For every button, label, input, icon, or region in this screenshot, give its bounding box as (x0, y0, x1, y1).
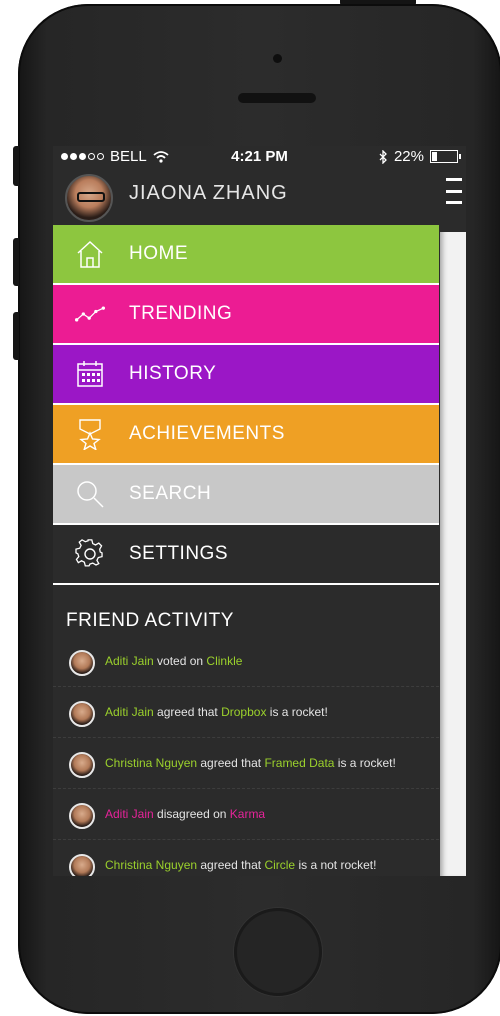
search-icon (75, 479, 105, 509)
menu-item-history[interactable]: HISTORY (53, 345, 439, 405)
menu-item-trending[interactable]: TRENDING (53, 285, 439, 345)
main-content-peek[interactable] (440, 170, 466, 876)
avatar[interactable] (69, 854, 95, 876)
menu-item-label: HISTORY (129, 363, 217, 384)
activity-item[interactable]: Christina Nguyen agreed that Circle is a… (53, 840, 439, 876)
activity-target-link[interactable]: Karma (230, 807, 265, 821)
battery-level-fill (432, 152, 437, 161)
activity-item[interactable]: Aditi Jain disagreed on Karma (53, 789, 439, 840)
menu-item-label: SEARCH (129, 483, 212, 504)
earpiece-speaker (238, 93, 316, 103)
battery-percent: 22% (393, 148, 424, 165)
menu-item-label: HOME (129, 243, 188, 264)
trophy-icon (75, 419, 105, 450)
activity-target-link[interactable]: Circle (264, 858, 295, 872)
avatar[interactable] (65, 174, 113, 222)
screen: BELL 4:21 PM 22% JIAONA ZHANG HOME TREND… (53, 146, 466, 876)
battery-icon (430, 150, 461, 163)
menu-item-label: TRENDING (129, 303, 233, 324)
home-icon (75, 239, 105, 269)
hamburger-menu-icon[interactable] (446, 178, 462, 204)
menu-item-label: SETTINGS (129, 543, 229, 564)
trending-icon (75, 299, 105, 329)
friend-name-link[interactable]: Aditi Jain (105, 705, 154, 719)
friend-activity-title: FRIEND ACTIVITY (66, 610, 234, 631)
gear-icon (75, 539, 105, 569)
friend-name-link[interactable]: Aditi Jain (105, 654, 154, 668)
front-camera (273, 54, 282, 63)
activity-target-link[interactable]: Clinkle (206, 654, 242, 668)
friend-name-link[interactable]: Aditi Jain (105, 807, 154, 821)
status-bar: BELL 4:21 PM 22% (53, 146, 466, 168)
activity-target-link[interactable]: Framed Data (264, 756, 334, 770)
avatar[interactable] (69, 803, 95, 829)
friend-name-link[interactable]: Christina Nguyen (105, 756, 197, 770)
volume-down-button[interactable] (13, 312, 19, 360)
menu-item-label: ACHIEVEMENTS (129, 423, 285, 444)
activity-item[interactable]: Aditi Jain agreed that Dropbox is a rock… (53, 687, 439, 738)
activity-target-link[interactable]: Dropbox (221, 705, 266, 719)
volume-up-button[interactable] (13, 238, 19, 286)
activity-action: agreed that (153, 705, 222, 719)
activity-action: agreed that (197, 858, 265, 872)
side-menu: HOME TRENDING HISTORY ACHIEVEMENTS SEARC… (53, 225, 439, 585)
friend-name-link[interactable]: Christina Nguyen (105, 858, 197, 872)
avatar[interactable] (69, 650, 95, 676)
menu-item-achievements[interactable]: ACHIEVEMENTS (53, 405, 439, 465)
profile-header[interactable]: JIAONA ZHANG (53, 168, 437, 224)
menu-item-search[interactable]: SEARCH (53, 465, 439, 525)
home-button[interactable] (234, 908, 322, 996)
avatar[interactable] (69, 701, 95, 727)
profile-name: JIAONA ZHANG (129, 182, 288, 204)
activity-action: disagreed on (153, 807, 230, 821)
activity-action: voted on (153, 654, 207, 668)
menu-item-settings[interactable]: SETTINGS (53, 525, 439, 585)
mute-switch[interactable] (13, 146, 19, 186)
bluetooth-icon (379, 149, 387, 164)
activity-action: agreed that (197, 756, 265, 770)
activity-item[interactable]: Aditi Jain voted on Clinkle (53, 636, 439, 687)
menu-item-home[interactable]: HOME (53, 225, 439, 285)
calendar-icon (75, 359, 105, 389)
avatar[interactable] (69, 752, 95, 778)
activity-item[interactable]: Christina Nguyen agreed that Framed Data… (53, 738, 439, 789)
friend-activity-list: Aditi Jain voted on Clinkle Aditi Jain a… (53, 636, 439, 876)
activity-suffix: is a rocket! (334, 756, 396, 770)
activity-suffix: is a not rocket! (295, 858, 377, 872)
activity-suffix: is a rocket! (266, 705, 328, 719)
